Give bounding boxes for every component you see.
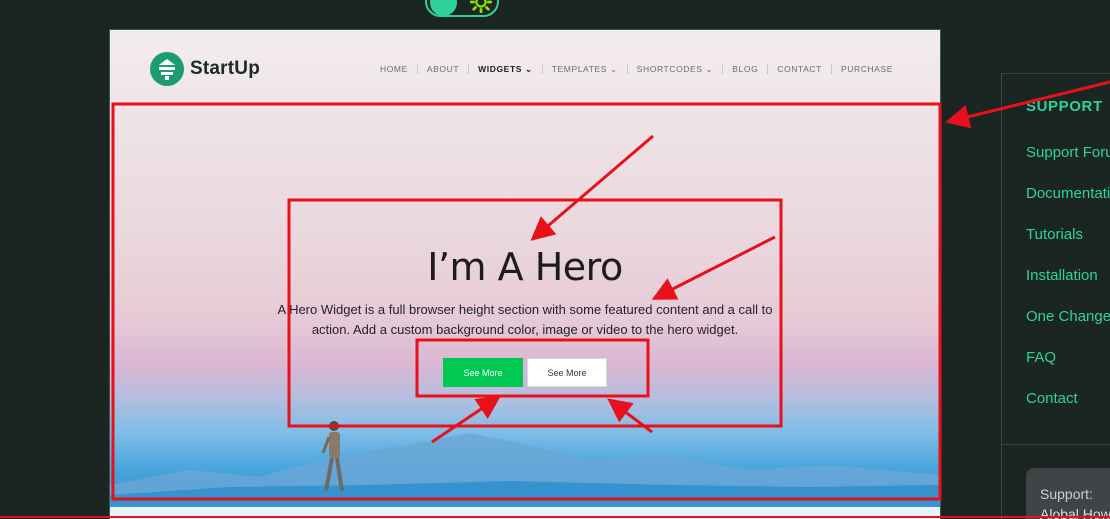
tree-logo-icon bbox=[150, 52, 184, 86]
support-card[interactable]: Support: Alobal How bbox=[1026, 468, 1110, 519]
nav-blog[interactable]: BLOG bbox=[722, 64, 767, 74]
support-link-contact[interactable]: Contact bbox=[1026, 390, 1110, 431]
nav-purchase[interactable]: PURCHASE bbox=[830, 64, 902, 74]
site-header: StartUp HOME ABOUT WIDGETS ⌄ TEMPLATES ⌄… bbox=[110, 30, 940, 105]
see-more-primary-button[interactable]: See More bbox=[443, 358, 523, 387]
hero-title: I’m A Hero bbox=[427, 245, 623, 289]
walking-person-figure bbox=[321, 421, 344, 492]
chevron-down-icon: ⌄ bbox=[705, 64, 714, 74]
logo-text: StartUp bbox=[190, 58, 261, 79]
nav-about[interactable]: ABOUT bbox=[416, 64, 468, 74]
support-divider bbox=[1002, 444, 1110, 445]
support-link-installation[interactable]: Installation bbox=[1026, 267, 1110, 308]
chevron-down-icon: ⌄ bbox=[610, 64, 618, 74]
chevron-down-icon: ⌄ bbox=[524, 64, 533, 74]
support-link-one-change[interactable]: One Change bbox=[1026, 308, 1110, 349]
nav-widgets-label: WIDGETS bbox=[478, 64, 523, 74]
hero-section: I’m A Hero A Hero Widget is a full brows… bbox=[110, 105, 940, 519]
nav-templates-label: TEMPLATES bbox=[551, 64, 608, 74]
nav-contact[interactable]: CONTACT bbox=[767, 64, 831, 74]
main-nav: HOME ABOUT WIDGETS ⌄ TEMPLATES ⌄ SHORTCO… bbox=[371, 64, 902, 74]
support-link-faq[interactable]: FAQ bbox=[1026, 349, 1110, 390]
support-links: Support Forum Documentation Tutorials In… bbox=[1026, 144, 1110, 431]
preview-frame: StartUp HOME ABOUT WIDGETS ⌄ TEMPLATES ⌄… bbox=[109, 29, 941, 519]
support-card-label: Support: bbox=[1040, 486, 1093, 502]
support-link-documentation[interactable]: Documentation bbox=[1026, 185, 1110, 226]
site-logo[interactable]: StartUp bbox=[150, 52, 260, 86]
hero-description: A Hero Widget is a full browser height s… bbox=[277, 302, 773, 337]
support-panel: SUPPORT Support Forum Documentation Tuto… bbox=[1001, 73, 1110, 519]
nav-widgets[interactable]: WIDGETS ⌄ bbox=[468, 64, 542, 74]
mountains-illustration bbox=[110, 433, 940, 519]
nav-shortcodes[interactable]: SHORTCODES ⌄ bbox=[626, 64, 723, 74]
see-more-secondary-button[interactable]: See More bbox=[527, 358, 607, 387]
support-title: SUPPORT bbox=[1026, 98, 1103, 115]
nav-home[interactable]: HOME bbox=[371, 64, 417, 74]
toggle-knob bbox=[430, 0, 457, 16]
nav-shortcodes-label: SHORTCODES bbox=[636, 64, 703, 74]
theme-toggle[interactable] bbox=[425, 0, 499, 17]
hero-buttons: See More See More bbox=[443, 358, 607, 387]
support-card-sub: Alobal How bbox=[1040, 506, 1110, 519]
sun-icon bbox=[470, 0, 492, 13]
support-link-forum[interactable]: Support Forum bbox=[1026, 144, 1110, 185]
support-link-tutorials[interactable]: Tutorials bbox=[1026, 226, 1110, 267]
nav-templates[interactable]: TEMPLATES ⌄ bbox=[541, 64, 627, 74]
